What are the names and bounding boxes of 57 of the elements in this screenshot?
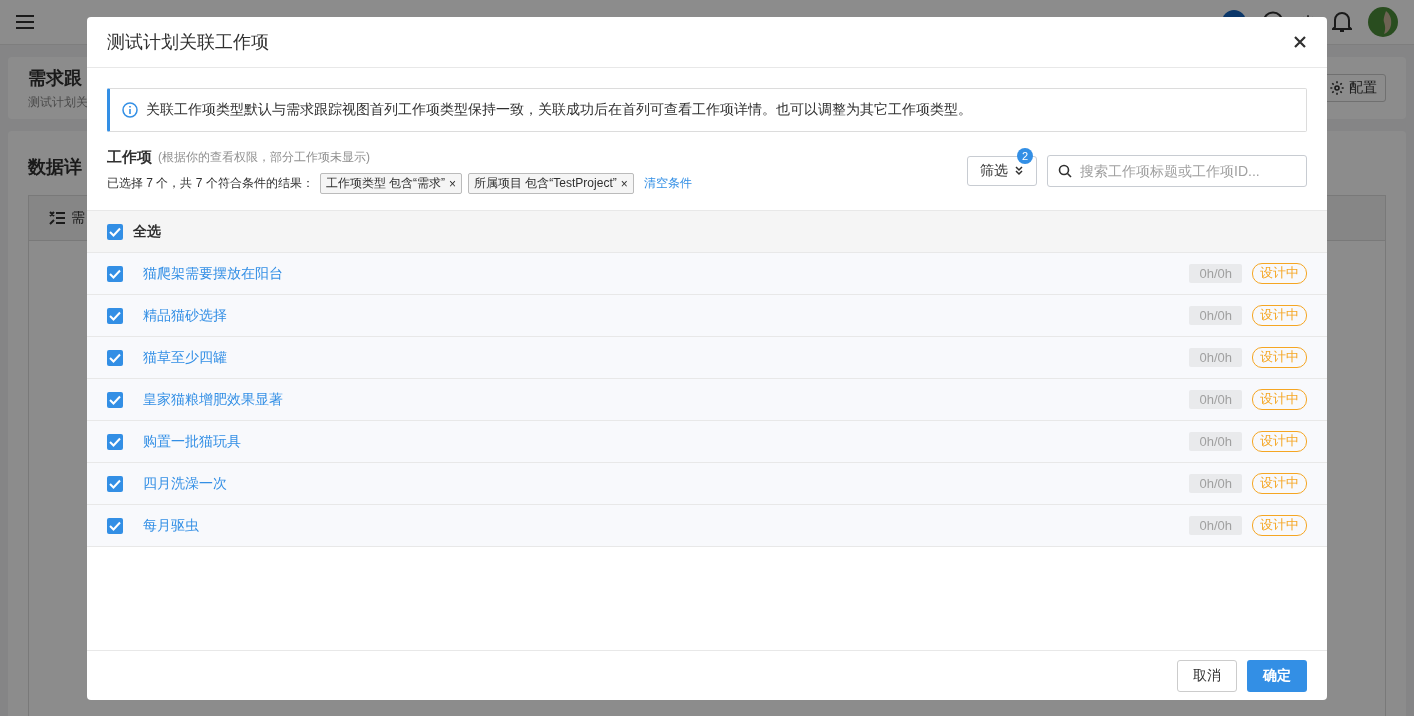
work-item-link[interactable]: 四月洗澡一次 <box>143 474 1170 493</box>
remove-filter-button[interactable]: × <box>449 175 457 192</box>
checkbox[interactable] <box>107 391 123 408</box>
hours-tag: 0h/0h <box>1189 264 1242 283</box>
hours-tag: 0h/0h <box>1189 306 1242 325</box>
bell-icon[interactable] <box>1332 11 1352 33</box>
status-tag: 设计中 <box>1252 305 1307 326</box>
checkbox[interactable] <box>107 307 123 324</box>
confirm-button[interactable]: 确定 <box>1247 659 1307 692</box>
filter-label: 工作项类型 包含“需求” <box>325 175 445 192</box>
status-tag: 设计中 <box>1252 389 1307 410</box>
page-subtitle: 测试计划关 <box>28 93 88 111</box>
result-summary: 已选择 7 个，共 7 个符合条件的结果： <box>107 175 314 192</box>
checkbox[interactable] <box>107 223 123 240</box>
hours-tag: 0h/0h <box>1189 432 1242 451</box>
checkbox[interactable] <box>107 517 123 534</box>
checkbox[interactable] <box>107 433 123 450</box>
clear-filters-link[interactable]: 清空条件 <box>643 175 692 192</box>
status-tag: 设计中 <box>1252 263 1307 284</box>
hours-tag: 0h/0h <box>1189 390 1242 409</box>
filter-label: 所属项目 包含“TestProject” <box>474 175 617 192</box>
filter-count-badge: 2 <box>1017 148 1033 164</box>
remove-filter-button[interactable]: × <box>620 175 628 192</box>
info-icon <box>122 102 138 118</box>
status-tag: 设计中 <box>1252 431 1307 452</box>
checkbox[interactable] <box>107 265 123 282</box>
info-text: 关联工作项类型默认与需求跟踪视图首列工作项类型保持一致，关联成功后在首列可查看工作项详情。也可以调整为其它工作项类型。 <box>146 101 972 119</box>
gear-icon <box>1329 80 1345 96</box>
checkbox[interactable] <box>107 349 123 366</box>
hours-tag: 0h/0h <box>1189 474 1242 493</box>
close-button[interactable] <box>1293 35 1307 49</box>
work-item-link[interactable]: 精品猫砂选择 <box>143 306 1170 325</box>
status-tag: 设计中 <box>1252 347 1307 368</box>
page-title: 需求跟 <box>28 66 83 90</box>
work-item-link[interactable]: 每月驱虫 <box>143 516 1170 535</box>
section-title: 工作项 <box>107 148 152 167</box>
menu-icon[interactable] <box>16 15 34 29</box>
search-icon <box>1058 164 1072 178</box>
column-header: 需 <box>71 209 85 227</box>
permission-hint: (根据你的查看权限，部分工作项未显示) <box>158 149 370 166</box>
hours-tag: 0h/0h <box>1189 348 1242 367</box>
checkbox[interactable] <box>107 475 123 492</box>
avatar[interactable] <box>1368 7 1398 37</box>
status-tag: 设计中 <box>1252 473 1307 494</box>
work-item-link[interactable]: 猫草至少四罐 <box>143 348 1170 367</box>
work-item-link[interactable]: 购置一批猫玩具 <box>143 432 1170 451</box>
hours-tag: 0h/0h <box>1189 516 1242 535</box>
cancel-button[interactable]: 取消 <box>1177 659 1237 692</box>
select-all-label: 全选 <box>133 222 161 241</box>
work-item-link[interactable]: 皇家猫粮增肥效果显著 <box>143 390 1170 409</box>
status-tag: 设计中 <box>1252 515 1307 536</box>
page-section-title: 数据详 <box>28 156 82 179</box>
double-chevron-icon <box>1014 166 1024 176</box>
work-item-link[interactable]: 猫爬架需要摆放在阳台 <box>143 264 1170 283</box>
list-icon <box>49 211 65 225</box>
search-field[interactable]: 搜索工作项标题或工作项ID... <box>1047 155 1307 187</box>
dialog-title: 测试计划关联工作项 <box>107 31 269 54</box>
